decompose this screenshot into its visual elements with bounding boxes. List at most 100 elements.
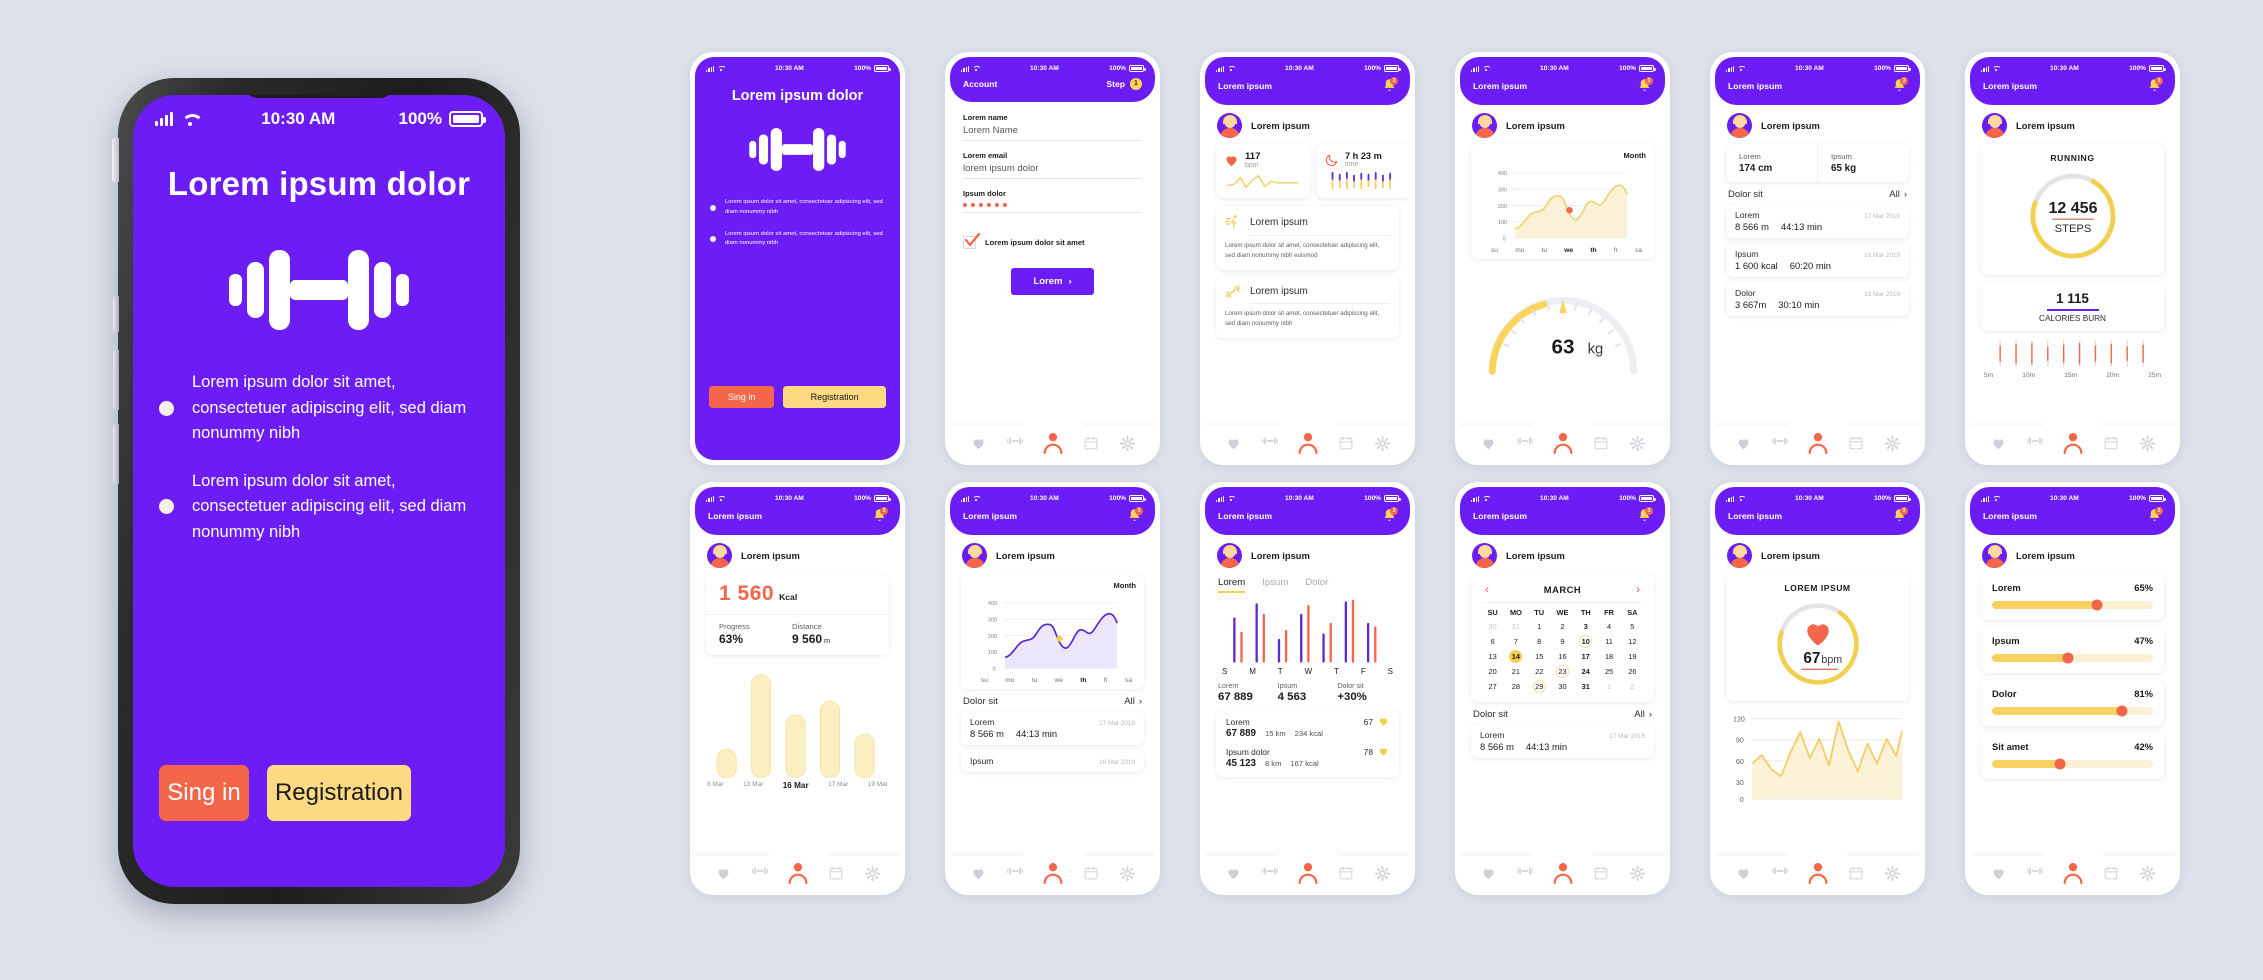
tab-calendar-icon[interactable]	[1339, 866, 1354, 881]
profile-row[interactable]: Lorem ipsum	[1715, 105, 1920, 144]
calendar-day[interactable]: 3	[1574, 620, 1597, 633]
tab-dumbbell-icon[interactable]	[1261, 436, 1278, 451]
tab-person-icon[interactable]	[1808, 861, 1828, 885]
calendar-day[interactable]: 1	[1528, 620, 1551, 633]
calendar-day[interactable]: 28	[1504, 680, 1527, 693]
table-row[interactable]: Lorem 17 Mar 2019 8 566 m 44:13 min	[961, 711, 1144, 745]
tab-heart-icon[interactable]	[1226, 866, 1241, 881]
tab-calendar-icon[interactable]	[1849, 866, 1864, 881]
calendar-day[interactable]: 16	[1551, 650, 1574, 663]
tab-dumbbell-icon[interactable]	[1771, 436, 1788, 451]
tab-heart-icon[interactable]	[1226, 436, 1241, 451]
notifications-button[interactable]: 3	[1127, 507, 1143, 523]
stat-card-heart-rate[interactable]: 117 bpm	[1216, 144, 1310, 198]
tab-heart-icon[interactable]	[971, 436, 986, 451]
next-month-button[interactable]: ›	[1636, 582, 1640, 596]
calendar-day[interactable]: 6	[1481, 635, 1504, 648]
tab-calendar-icon[interactable]	[2104, 866, 2119, 881]
tab-dumbbell-icon[interactable]	[1516, 866, 1533, 881]
slider-card[interactable]: Sit amet 42%	[1981, 733, 2164, 779]
tab-gear-icon[interactable]	[1629, 435, 1645, 451]
tab-calendar-icon[interactable]	[1594, 436, 1609, 451]
calendar-day[interactable]: 2	[1551, 620, 1574, 633]
sign-in-button[interactable]: Sing in	[159, 765, 249, 821]
tab-person-icon[interactable]	[1298, 861, 1318, 885]
tab-person-icon[interactable]	[1043, 431, 1063, 455]
profile-row[interactable]: Lorem ipsum	[1205, 105, 1410, 144]
profile-row[interactable]: Lorem ipsum	[950, 535, 1155, 574]
tab-heart-icon[interactable]	[1991, 436, 2006, 451]
calendar-day[interactable]: 20	[1481, 665, 1504, 678]
tab-heart-icon[interactable]	[1481, 436, 1496, 451]
calories-summary-card[interactable]: 1 560 Kcal Progress 63% Distance 9 560 m	[706, 574, 889, 655]
slider-card[interactable]: Dolor 81%	[1981, 680, 2164, 726]
tab-person-icon[interactable]	[1298, 431, 1318, 455]
notifications-button[interactable]: 3	[872, 507, 888, 523]
calendar-day[interactable]: 18	[1597, 650, 1620, 663]
tab-dumbbell-icon[interactable]	[751, 866, 768, 881]
calendar-day[interactable]: 31	[1504, 620, 1527, 633]
tab-gear-icon[interactable]	[1374, 865, 1390, 881]
notifications-button[interactable]: 3	[1382, 507, 1398, 523]
list-item[interactable]: Ipsum dolor 78 45 123 8 km 167 kcal	[1226, 746, 1389, 769]
tab-dumbbell-icon[interactable]	[1516, 436, 1533, 451]
registration-button[interactable]: Registration	[267, 765, 411, 821]
calendar-day[interactable]: 17	[1574, 650, 1597, 663]
tab-dumbbell-icon[interactable]	[1006, 436, 1023, 451]
metrics-card[interactable]: Lorem 174 cm Ipsum 65 kg	[1726, 144, 1909, 182]
info-card-running[interactable]: Lorem ipsum Lorem ipsum dolor sit amet, …	[1216, 206, 1399, 270]
registration-button[interactable]: Registration	[783, 386, 886, 408]
tab-gear-icon[interactable]	[864, 865, 880, 881]
chart-card-month[interactable]: Month 400 300 200 100 0 su mo tu we th f…	[1471, 144, 1654, 259]
calendar-day[interactable]: 30	[1551, 680, 1574, 693]
tab-dumbbell-icon[interactable]	[2026, 436, 2043, 451]
table-row[interactable]: Dolor 13 Mar 2019 3 667m 30:10 min	[1726, 282, 1909, 316]
tab-person-icon[interactable]	[1808, 431, 1828, 455]
tab-ipsum[interactable]: Ipsum	[1262, 577, 1288, 593]
chart-card-month[interactable]: Month 400 300 200 100 0 su mo tu we th f…	[961, 574, 1144, 689]
slider-card[interactable]: Lorem 65%	[1981, 574, 2164, 620]
tab-person-icon[interactable]	[1043, 861, 1063, 885]
tab-person-icon[interactable]	[1553, 431, 1573, 455]
slider-track[interactable]	[1992, 652, 2153, 664]
list-item[interactable]: Lorem 67 67 889 15 km 234 kcal	[1226, 716, 1389, 739]
calendar-day[interactable]: 31	[1574, 680, 1597, 693]
profile-row[interactable]: Lorem ipsum	[1205, 535, 1410, 574]
tab-gear-icon[interactable]	[1884, 865, 1900, 881]
table-row[interactable]: Ipsum 16 Mar 2019	[961, 750, 1144, 772]
section-action[interactable]: All ›	[1889, 189, 1907, 200]
tab-heart-icon[interactable]	[716, 866, 731, 881]
password-dots[interactable]	[963, 198, 1142, 213]
profile-row[interactable]: Lorem ipsum	[1460, 105, 1665, 144]
terms-checkbox-row[interactable]: Lorem ipsum dolor sit amet	[963, 233, 1142, 249]
tab-heart-icon[interactable]	[1736, 866, 1751, 881]
tab-calendar-icon[interactable]	[2104, 436, 2119, 451]
tab-gear-icon[interactable]	[2139, 435, 2155, 451]
tab-calendar-icon[interactable]	[1339, 436, 1354, 451]
tab-heart-icon[interactable]	[1481, 866, 1496, 881]
tab-calendar-icon[interactable]	[1084, 436, 1099, 451]
tab-gear-icon[interactable]	[1119, 865, 1135, 881]
profile-row[interactable]: Lorem ipsum	[695, 535, 900, 574]
tab-calendar-icon[interactable]	[829, 866, 844, 881]
notifications-button[interactable]: 3	[1892, 77, 1908, 93]
calendar-day[interactable]: 1	[1597, 680, 1620, 693]
calendar-day[interactable]: 13	[1481, 650, 1504, 663]
calendar-day[interactable]: 5	[1621, 620, 1644, 633]
calendar-day[interactable]: 7	[1504, 635, 1527, 648]
tab-heart-icon[interactable]	[971, 866, 986, 881]
section-action[interactable]: All ›	[1634, 709, 1652, 720]
table-row[interactable]: Lorem 17 Mar 2019 8 566 m 44:13 min	[1726, 204, 1909, 238]
calendar-day[interactable]: 10	[1579, 635, 1593, 648]
tab-lorem[interactable]: Lorem	[1218, 577, 1246, 593]
notifications-button[interactable]: 3	[1892, 507, 1908, 523]
calendar-day[interactable]: 27	[1481, 680, 1504, 693]
calendar-card[interactable]: ‹ MARCH › SU MO TU WE TH FR SA 30 31 1 2 3	[1471, 574, 1654, 702]
slider-thumb[interactable]	[2091, 599, 2103, 611]
calendar-day[interactable]: 15	[1528, 650, 1551, 663]
info-card-workout[interactable]: Lorem ipsum Lorem ipsum dolor sit amet, …	[1216, 276, 1399, 338]
tab-gear-icon[interactable]	[1374, 435, 1390, 451]
tab-calendar-icon[interactable]	[1084, 866, 1099, 881]
notifications-button[interactable]: 3	[1382, 77, 1398, 93]
tab-dumbbell-icon[interactable]	[1261, 866, 1278, 881]
